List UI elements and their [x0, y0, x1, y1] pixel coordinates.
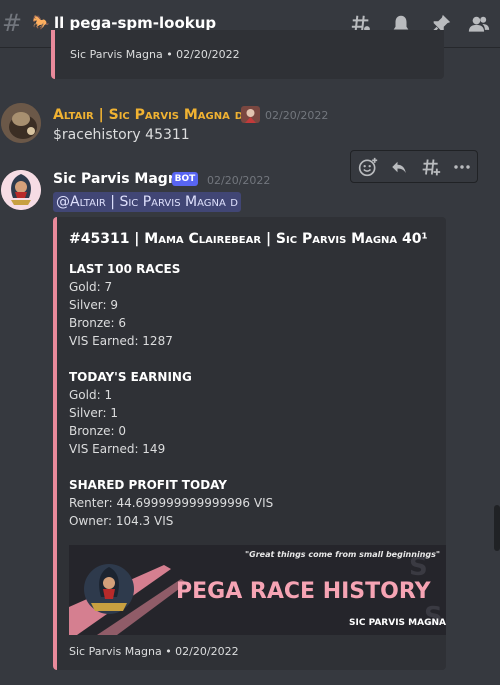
user-mention[interactable]: @Altair | Sic Parvis Magna d	[53, 192, 241, 212]
last100-silver: Silver: 9	[69, 298, 118, 312]
create-thread-icon[interactable]	[420, 156, 442, 178]
user-timestamp: 02/20/2022	[265, 109, 329, 122]
channel-hash-icon: #	[2, 9, 23, 37]
last100-vis: VIS Earned: 1287	[69, 334, 173, 348]
bot-timestamp: 02/20/2022	[207, 174, 271, 187]
add-reaction-icon[interactable]	[357, 156, 379, 178]
reply-icon[interactable]	[388, 156, 410, 178]
race-history-banner[interactable]: S S "Great things come from small beginn…	[69, 545, 446, 635]
banner-title: PEGA RACE HISTORY	[176, 579, 431, 604]
banner-subtitle: SIC PARVIS MAGNA	[349, 618, 446, 628]
banner-quote: "Great things come from small beginnings…	[245, 550, 441, 559]
pegaxy-crest-icon	[84, 564, 134, 614]
last100-heading: LAST 100 RACES	[69, 262, 181, 276]
previous-embed-footer: Sic Parvis Magna • 02/20/2022	[70, 48, 240, 61]
bot-tag: BOT	[172, 172, 198, 186]
last100-bronze: Bronze: 6	[69, 316, 127, 330]
shared-owner: Owner: 104.3 VIS	[69, 514, 174, 528]
user-badge-icon	[241, 106, 260, 127]
today-heading: TODAY'S EARNING	[69, 370, 192, 384]
embed-title: #45311 | Mama Clairebear | Sic Parvis Ma…	[69, 231, 428, 247]
user-name[interactable]: Altair | Sic Parvis Magna d	[53, 107, 243, 123]
bot-name[interactable]: Sic Parvis Magna	[53, 171, 187, 187]
chat-scrollbar[interactable]	[494, 505, 500, 551]
today-vis: VIS Earned: 149	[69, 442, 166, 456]
today-silver: Silver: 1	[69, 406, 118, 420]
race-history-embed: #45311 | Mama Clairebear | Sic Parvis Ma…	[53, 217, 446, 670]
shared-renter: Renter: 44.699999999999996 VIS	[69, 496, 274, 510]
shared-heading: SHARED PROFIT TODAY	[69, 478, 227, 492]
last100-gold: Gold: 7	[69, 280, 113, 294]
more-icon[interactable]	[451, 156, 473, 178]
message-toolbar	[350, 150, 478, 183]
embed-footer: Sic Parvis Magna • 02/20/2022	[69, 645, 239, 658]
user-avatar[interactable]	[1, 103, 41, 143]
today-bronze: Bronze: 0	[69, 424, 127, 438]
bot-avatar[interactable]	[1, 170, 41, 210]
previous-embed: Sic Parvis Magna • 02/20/2022	[51, 30, 444, 79]
members-icon[interactable]	[468, 13, 490, 35]
today-gold: Gold: 1	[69, 388, 113, 402]
horse-emoji: 🐎	[32, 15, 50, 31]
user-message-content: $racehistory 45311	[53, 127, 190, 143]
